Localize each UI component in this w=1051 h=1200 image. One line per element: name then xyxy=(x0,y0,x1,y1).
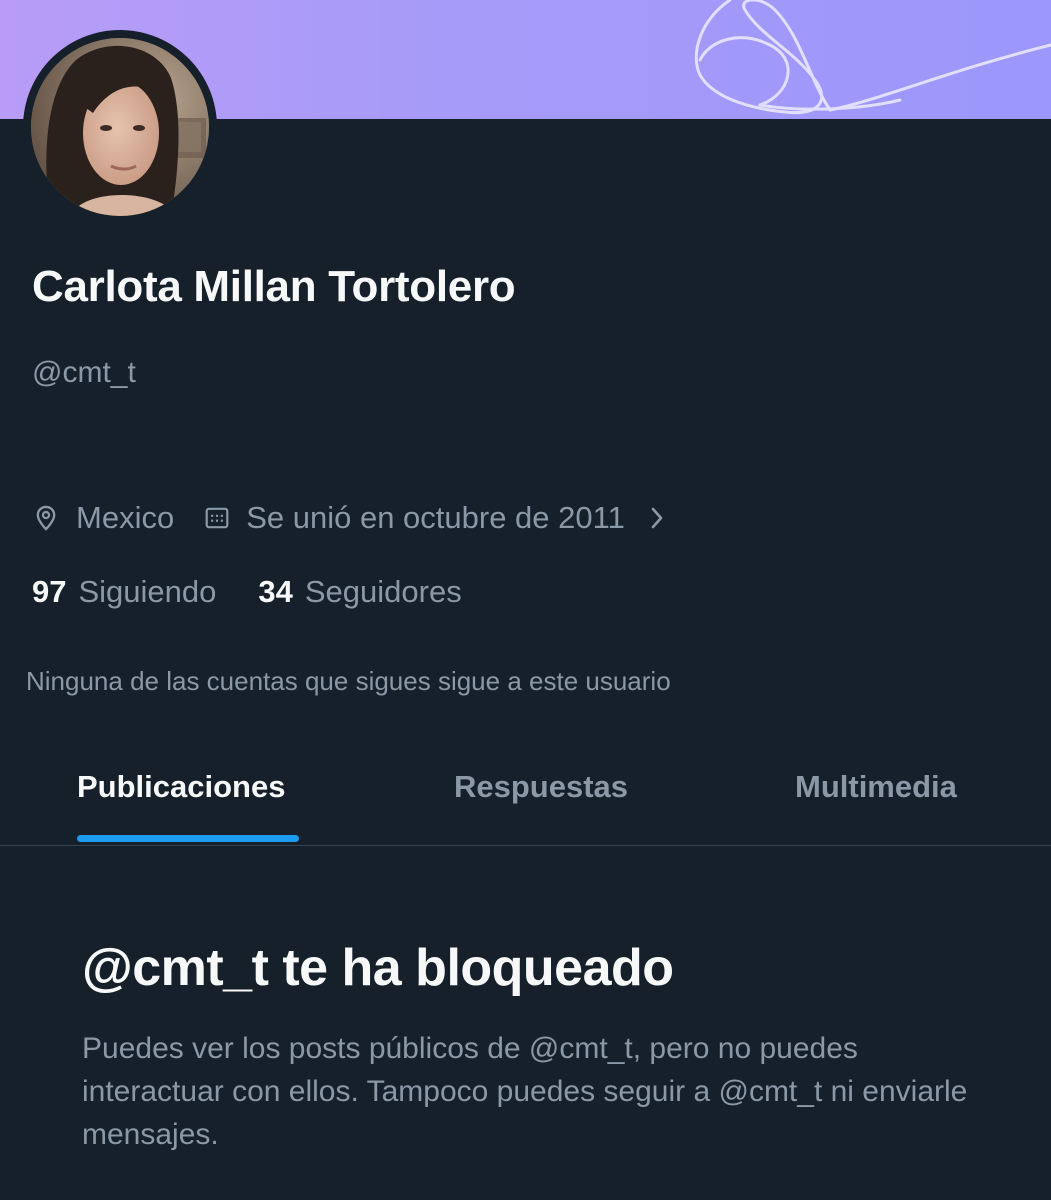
avatar-photo xyxy=(31,38,209,216)
location-item: Mexico xyxy=(32,500,174,536)
follow-stats: 97 Siguiendo 34 Seguidores xyxy=(32,570,462,614)
joined-item[interactable]: Se unió en octubre de 2011 xyxy=(204,500,665,536)
profile-page: Carlota Millan Tortolero @cmt_t Mexico S… xyxy=(0,0,1051,1200)
followers-link[interactable]: 34 Seguidores xyxy=(258,574,461,610)
location-text: Mexico xyxy=(76,500,175,535)
user-handle: @cmt_t xyxy=(32,356,136,389)
display-name: Carlota Millan Tortolero xyxy=(32,262,516,311)
mutual-followers-note: Ninguna de las cuentas que sigues sigue … xyxy=(26,666,671,696)
profile-meta-row: Mexico Se unió en octubre de 2011 xyxy=(32,496,665,540)
blocked-title: @cmt_t te ha bloqueado xyxy=(82,939,674,997)
tab-respuestas[interactable]: Respuestas xyxy=(454,740,628,845)
blocked-message: Puedes ver los posts públicos de @cmt_t,… xyxy=(82,1032,968,1151)
active-tab-indicator xyxy=(77,835,299,842)
profile-tabs: Publicaciones Respuestas Multimedia xyxy=(0,740,1051,846)
followers-label: Seguidores xyxy=(304,574,462,609)
following-label: Siguiendo xyxy=(78,574,217,609)
tab-multimedia[interactable]: Multimedia xyxy=(795,740,957,845)
calendar-icon xyxy=(204,505,230,531)
following-count: 97 xyxy=(32,574,67,609)
chevron-right-icon[interactable] xyxy=(649,505,665,531)
tab-publicaciones[interactable]: Publicaciones xyxy=(77,740,285,845)
followers-count: 34 xyxy=(258,574,293,609)
location-pin-icon xyxy=(32,504,60,532)
following-link[interactable]: 97 Siguiendo xyxy=(32,574,216,610)
joined-text: Se unió en octubre de 2011 xyxy=(246,500,625,535)
profile-avatar[interactable] xyxy=(23,30,217,224)
